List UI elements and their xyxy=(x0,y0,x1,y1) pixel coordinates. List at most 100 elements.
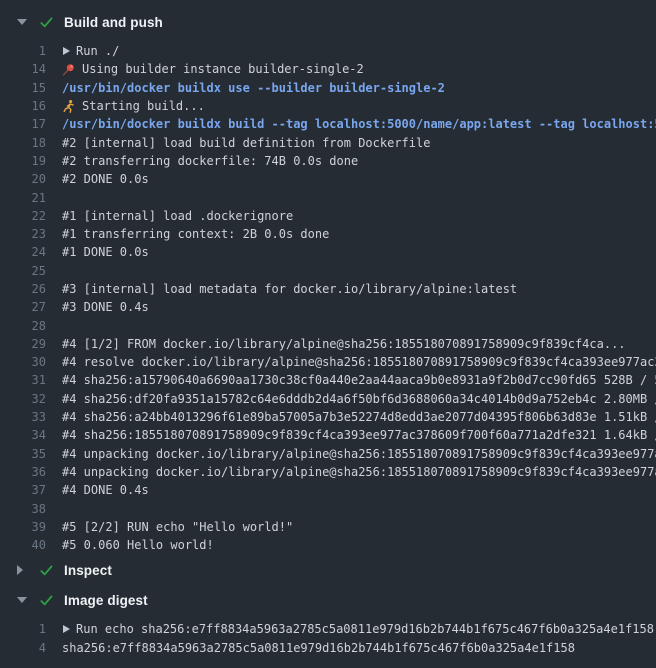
log-line-text: Run echo sha256:e7ff8834a5963a2785c5a081… xyxy=(76,622,654,636)
log-line-number[interactable]: 23 xyxy=(0,227,46,241)
pushpin-icon xyxy=(61,62,76,77)
log-line-text: sha256:e7ff8834a5963a2785c5a0811e979d16b… xyxy=(62,641,575,655)
log-line-text: Run ./ xyxy=(76,44,119,58)
log-line-text: /usr/bin/docker buildx build --tag local… xyxy=(62,117,656,131)
log-line-number[interactable]: 29 xyxy=(0,337,46,351)
log-line-number[interactable]: 30 xyxy=(0,355,46,369)
log-line-number[interactable]: 31 xyxy=(0,373,46,387)
log-line-text: #1 [internal] load .dockerignore xyxy=(62,209,293,223)
log-line: 39 #5 [2/2] RUN echo "Hello world!" xyxy=(0,518,656,536)
log-line: 30 #4 resolve docker.io/library/alpine@s… xyxy=(0,353,656,371)
log-line: 28 xyxy=(0,316,656,334)
log-line-text: #3 [internal] load metadata for docker.i… xyxy=(62,282,517,296)
log-line-number[interactable]: 1 xyxy=(0,622,46,636)
section-log-lines: 1 Run ./ 14 Using builder instance build… xyxy=(0,42,656,554)
log-line-number[interactable]: 39 xyxy=(0,520,46,534)
log-line: 21 xyxy=(0,188,656,206)
log-line-text: #1 DONE 0.0s xyxy=(62,245,149,259)
log-line: 32 #4 sha256:df20fa9351a15782c64e6dddb2d… xyxy=(0,390,656,408)
log-line-number[interactable]: 37 xyxy=(0,483,46,497)
log-line-text: #4 sha256:a24bb4013296f61e89ba57005a7b3e… xyxy=(62,410,656,424)
log-line: 19 #2 transferring dockerfile: 74B 0.0s … xyxy=(0,152,656,170)
log-line-number[interactable]: 34 xyxy=(0,428,46,442)
log-line-number[interactable]: 16 xyxy=(0,99,46,113)
log-line: 31 #4 sha256:a15790640a6690aa1730c38cf0a… xyxy=(0,371,656,389)
log-line-number[interactable]: 17 xyxy=(0,117,46,131)
log-line: 24 #1 DONE 0.0s xyxy=(0,243,656,261)
log-line-number[interactable]: 40 xyxy=(0,538,46,552)
log-line-number[interactable]: 27 xyxy=(0,300,46,314)
log-line: 14 Using builder instance builder-single… xyxy=(0,60,656,78)
log-line-text: #5 0.060 Hello world! xyxy=(62,538,214,552)
log-line-text: #5 [2/2] RUN echo "Hello world!" xyxy=(62,520,293,534)
log-line-number[interactable]: 35 xyxy=(0,447,46,461)
section-header-inspect[interactable]: Inspect xyxy=(0,558,656,582)
log-line-text: #4 unpacking docker.io/library/alpine@sh… xyxy=(62,465,656,479)
log-line-number[interactable]: 32 xyxy=(0,392,46,406)
log-line: 25 xyxy=(0,262,656,280)
log-line-text: #2 [internal] load build definition from… xyxy=(62,136,430,150)
chevron-down-icon xyxy=(17,597,27,603)
section-header-image-digest[interactable]: Image digest xyxy=(0,588,656,612)
log-line: 18 #2 [internal] load build definition f… xyxy=(0,133,656,151)
log-line-text: #4 DONE 0.4s xyxy=(62,483,149,497)
check-icon xyxy=(39,593,54,608)
log-section-inspect: Inspect xyxy=(0,558,656,582)
section-title: Build and push xyxy=(64,15,163,30)
log-line-text: #4 [1/2] FROM docker.io/library/alpine@s… xyxy=(62,337,626,351)
log-line-number[interactable]: 18 xyxy=(0,136,46,150)
log-line-number[interactable]: 1 xyxy=(0,44,46,58)
log-line: 1 Run echo sha256:e7ff8834a5963a2785c5a0… xyxy=(0,620,656,638)
log-line: 33 #4 sha256:a24bb4013296f61e89ba57005a7… xyxy=(0,408,656,426)
log-line-number[interactable]: 28 xyxy=(0,319,46,333)
expand-toggle-icon[interactable] xyxy=(63,625,70,633)
log-line: 37 #4 DONE 0.4s xyxy=(0,481,656,499)
log-line-number[interactable]: 14 xyxy=(0,62,46,76)
log-line-number[interactable]: 33 xyxy=(0,410,46,424)
log-line: 27 #3 DONE 0.4s xyxy=(0,298,656,316)
log-line: 4 sha256:e7ff8834a5963a2785c5a0811e979d1… xyxy=(0,639,656,657)
log-line-number[interactable]: 25 xyxy=(0,264,46,278)
chevron-down-icon xyxy=(17,19,27,25)
log-line-number[interactable]: 26 xyxy=(0,282,46,296)
log-line-number[interactable]: 36 xyxy=(0,465,46,479)
log-line-number[interactable]: 19 xyxy=(0,154,46,168)
log-line-text: #4 sha256:185518070891758909c9f839cf4ca3… xyxy=(62,428,656,442)
log-line-number[interactable]: 22 xyxy=(0,209,46,223)
log-line-text: #4 resolve docker.io/library/alpine@sha2… xyxy=(62,355,656,369)
log-line: 36 #4 unpacking docker.io/library/alpine… xyxy=(0,463,656,481)
section-log-lines: 1 Run echo sha256:e7ff8834a5963a2785c5a0… xyxy=(0,620,656,657)
workflow-log-viewer: Build and push 1 Run ./ 14 Using builder… xyxy=(0,10,656,657)
runner-icon xyxy=(61,99,76,114)
log-line: 17 /usr/bin/docker buildx build --tag lo… xyxy=(0,115,656,133)
section-title: Image digest xyxy=(64,593,148,608)
expand-toggle-icon[interactable] xyxy=(63,47,70,55)
log-line: 16 Starting build... xyxy=(0,97,656,115)
log-line-text: Starting build... xyxy=(82,99,205,113)
log-line-number[interactable]: 38 xyxy=(0,502,46,516)
log-line: 35 #4 unpacking docker.io/library/alpine… xyxy=(0,445,656,463)
log-line: 26 #3 [internal] load metadata for docke… xyxy=(0,280,656,298)
log-line: 20 #2 DONE 0.0s xyxy=(0,170,656,188)
check-icon xyxy=(39,563,54,578)
section-header-build-and-push[interactable]: Build and push xyxy=(0,10,656,34)
log-section-image-digest: Image digest 1 Run echo sha256:e7ff8834a… xyxy=(0,588,656,657)
log-line: 22 #1 [internal] load .dockerignore xyxy=(0,207,656,225)
check-icon xyxy=(39,15,54,30)
log-line-number[interactable]: 4 xyxy=(0,641,46,655)
log-line: 34 #4 sha256:185518070891758909c9f839cf4… xyxy=(0,426,656,444)
log-line-text: #4 unpacking docker.io/library/alpine@sh… xyxy=(62,447,656,461)
log-line: 38 xyxy=(0,499,656,517)
log-line-text: #3 DONE 0.4s xyxy=(62,300,149,314)
log-line-text: #4 sha256:a15790640a6690aa1730c38cf0a440… xyxy=(62,373,656,387)
log-line: 40 #5 0.060 Hello world! xyxy=(0,536,656,554)
log-line-number[interactable]: 24 xyxy=(0,245,46,259)
log-line-number[interactable]: 20 xyxy=(0,172,46,186)
log-line: 15 /usr/bin/docker buildx use --builder … xyxy=(0,79,656,97)
log-line: 23 #1 transferring context: 2B 0.0s done xyxy=(0,225,656,243)
log-line-text: #2 DONE 0.0s xyxy=(62,172,149,186)
log-line: 29 #4 [1/2] FROM docker.io/library/alpin… xyxy=(0,335,656,353)
log-line-number[interactable]: 15 xyxy=(0,81,46,95)
log-line-number[interactable]: 21 xyxy=(0,191,46,205)
log-line: 1 Run ./ xyxy=(0,42,656,60)
